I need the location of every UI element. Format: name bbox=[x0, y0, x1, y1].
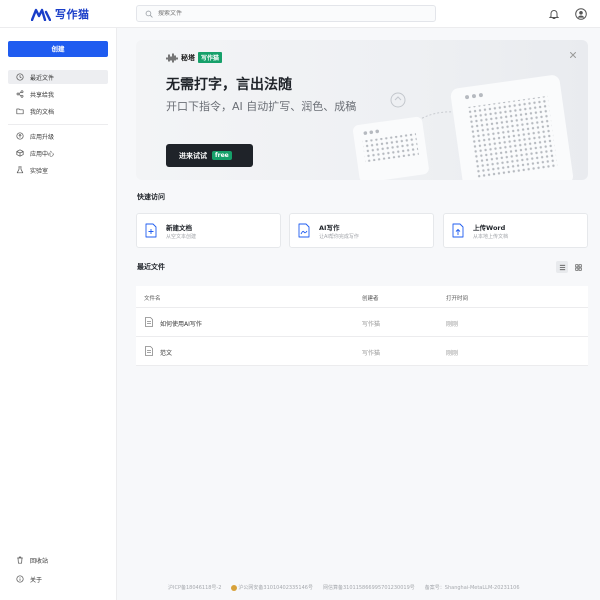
flask-icon bbox=[16, 166, 24, 174]
quick-card-title: 上传Word bbox=[473, 224, 506, 232]
banner-title: 无需打字，言出法随 bbox=[166, 77, 292, 93]
banner-illustration bbox=[352, 75, 574, 180]
ai-write-icon bbox=[298, 223, 310, 238]
list-icon bbox=[559, 264, 565, 270]
search-icon bbox=[145, 10, 153, 18]
quick-card-ai-write[interactable]: AI写作 让AI帮你完成写作 bbox=[289, 213, 434, 248]
sidebar-item-label: 实验室 bbox=[30, 167, 49, 175]
footer-service-record[interactable]: 网信算备310115866995701230019号 bbox=[323, 584, 415, 591]
app-logo[interactable]: 写作猫 bbox=[31, 6, 90, 22]
banner-try-button[interactable]: 进来试试 free bbox=[166, 144, 253, 167]
file-name[interactable]: 如何使用AI写作 bbox=[160, 319, 202, 328]
new-doc-icon bbox=[145, 223, 157, 238]
recent-files-table: 文件名 创建者 打开时间 如何使用AI写作 写作猫 刚刚 范文 写作猫 刚刚 bbox=[136, 286, 588, 366]
cube-icon bbox=[16, 149, 24, 157]
column-header-opened[interactable]: 打开时间 bbox=[446, 294, 468, 302]
list-view-button[interactable] bbox=[556, 261, 568, 273]
create-button[interactable]: 创建 bbox=[8, 41, 108, 57]
promo-banner: 秘塔 写作猫 无需打字，言出法随 开口下指令，AI 自动扩写、润色、成稿 进来试… bbox=[136, 40, 588, 180]
sidebar-item-label: 应用升级 bbox=[30, 133, 55, 141]
document-icon bbox=[145, 317, 153, 327]
column-header-creator[interactable]: 创建者 bbox=[362, 294, 379, 302]
sidebar-item-recent[interactable]: 最近文件 bbox=[8, 70, 108, 84]
table-row[interactable]: 范文 写作猫 刚刚 bbox=[136, 337, 588, 366]
bell-icon[interactable] bbox=[548, 8, 560, 20]
file-opened-time: 刚刚 bbox=[446, 350, 459, 357]
banner-try-label: 进来试试 bbox=[179, 151, 207, 160]
file-name[interactable]: 范文 bbox=[160, 348, 172, 357]
file-creator: 写作猫 bbox=[362, 350, 381, 357]
search-input[interactable] bbox=[158, 10, 418, 17]
upload-word-icon bbox=[452, 223, 464, 238]
footer-icp[interactable]: 沪ICP备18046118号-2 bbox=[168, 584, 221, 591]
trash-icon bbox=[17, 556, 23, 564]
footer: 沪ICP备18046118号-2 沪公网安备31010402335146号 网信… bbox=[168, 584, 520, 591]
file-opened-time: 刚刚 bbox=[446, 321, 459, 328]
sidebar-item-label: 应用中心 bbox=[30, 150, 55, 158]
banner-subtitle: 开口下指令，AI 自动扩写、润色、成稿 bbox=[166, 100, 357, 113]
share-icon bbox=[16, 90, 24, 98]
sidebar-item-trash[interactable]: 回收站 bbox=[8, 553, 108, 567]
search-box[interactable] bbox=[136, 5, 436, 22]
quick-card-title: AI写作 bbox=[319, 224, 340, 232]
sidebar-item-app-center[interactable]: 应用中心 bbox=[8, 146, 108, 160]
document-icon bbox=[145, 346, 153, 356]
quick-card-desc: 从本地上传文档 bbox=[473, 234, 509, 240]
banner-brand-name: 秘塔 bbox=[181, 53, 195, 62]
sidebar-item-lab[interactable]: 实验室 bbox=[8, 163, 108, 177]
folder-icon bbox=[16, 108, 24, 115]
logo-mark-icon bbox=[31, 8, 51, 21]
table-row[interactable]: 如何使用AI写作 写作猫 刚刚 bbox=[136, 308, 588, 337]
sidebar: 创建 最近文件 共享给我 我的文档 应用升级 应用中心 实验室 回收站 关于 bbox=[0, 28, 117, 600]
recent-files-title: 最近文件 bbox=[137, 263, 165, 271]
quick-access-title: 快速访问 bbox=[137, 193, 165, 201]
police-badge-icon bbox=[231, 584, 238, 591]
column-header-name[interactable]: 文件名 bbox=[144, 294, 161, 302]
footer-police-record[interactable]: 沪公网安备31010402335146号 bbox=[231, 584, 313, 591]
sidebar-item-label: 回收站 bbox=[30, 557, 49, 565]
free-badge: free bbox=[212, 151, 232, 160]
quick-card-desc: 从空文本创建 bbox=[166, 234, 197, 240]
grid-icon bbox=[574, 263, 582, 271]
footer-police-text: 沪公网安备31010402335146号 bbox=[238, 585, 313, 591]
sidebar-divider bbox=[8, 124, 108, 125]
clock-icon bbox=[16, 73, 24, 81]
sidebar-item-shared[interactable]: 共享给我 bbox=[8, 87, 108, 101]
top-bar: 写作猫 bbox=[0, 0, 600, 28]
sidebar-item-about[interactable]: 关于 bbox=[8, 572, 108, 586]
app-name: 写作猫 bbox=[55, 8, 90, 21]
quick-card-title: 新建文档 bbox=[166, 224, 192, 232]
info-icon bbox=[16, 575, 24, 583]
file-creator: 写作猫 bbox=[362, 321, 381, 328]
user-avatar-icon[interactable] bbox=[575, 8, 587, 20]
quick-card-new-doc[interactable]: 新建文档 从空文本创建 bbox=[136, 213, 281, 248]
banner-brand: 秘塔 写作猫 bbox=[166, 52, 223, 63]
sidebar-item-my-docs[interactable]: 我的文档 bbox=[8, 104, 108, 118]
grid-view-button[interactable] bbox=[572, 261, 584, 273]
footer-record-number: 备案号：Shanghai-MetaLLM-20231106 bbox=[424, 585, 520, 591]
quick-card-upload-word[interactable]: 上传Word 从本地上传文档 bbox=[443, 213, 588, 248]
banner-brand-tag: 写作猫 bbox=[198, 52, 223, 63]
soundwave-icon bbox=[166, 52, 178, 63]
sidebar-item-upgrade[interactable]: 应用升级 bbox=[8, 129, 108, 143]
table-header: 文件名 创建者 打开时间 bbox=[136, 286, 588, 308]
sidebar-item-label: 关于 bbox=[30, 576, 43, 584]
upgrade-icon bbox=[16, 132, 24, 140]
sidebar-item-label: 共享给我 bbox=[30, 91, 55, 99]
sidebar-item-label: 最近文件 bbox=[30, 74, 55, 82]
quick-card-desc: 让AI帮你完成写作 bbox=[319, 234, 359, 240]
sidebar-item-label: 我的文档 bbox=[30, 108, 55, 116]
